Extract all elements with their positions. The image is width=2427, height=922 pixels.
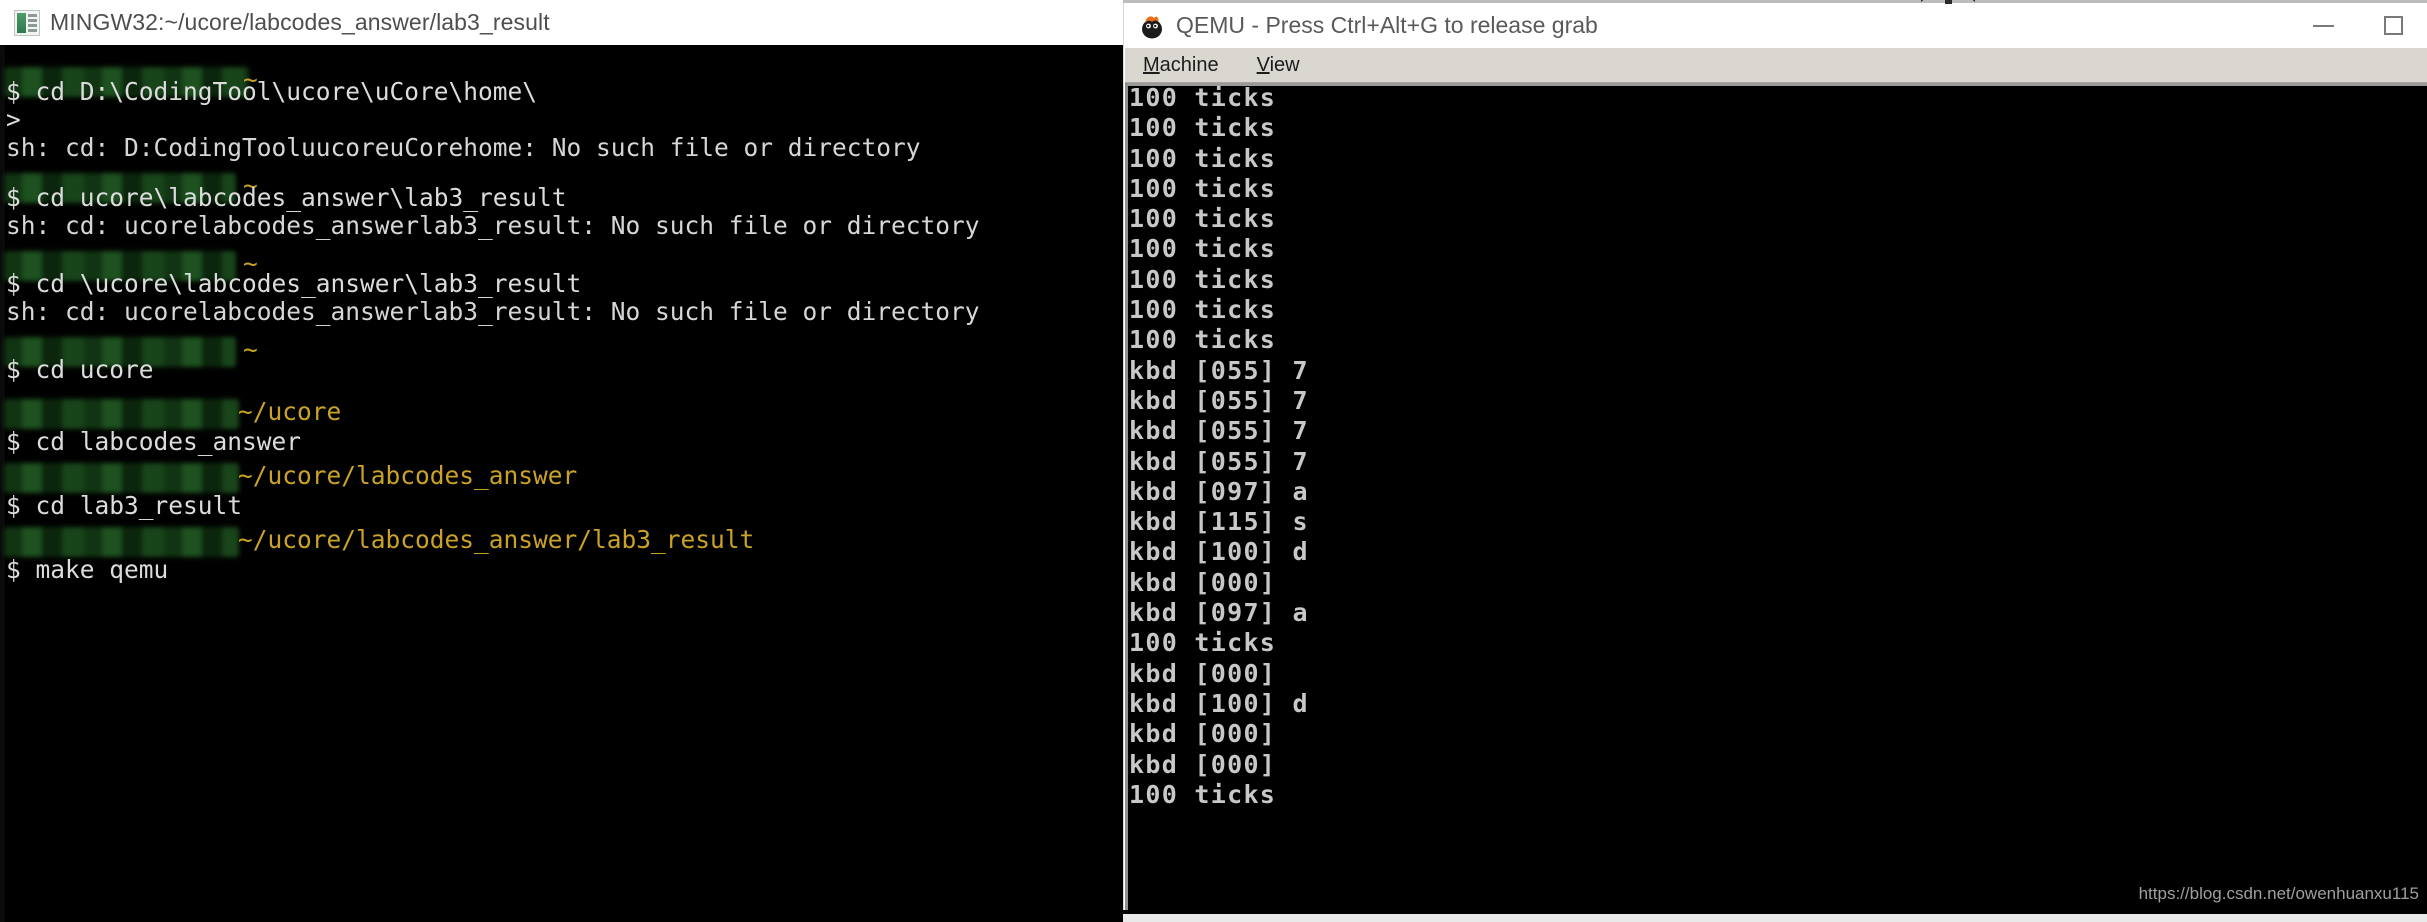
terminal-icon bbox=[14, 9, 40, 36]
qemu-console-line: 100 ticks bbox=[1129, 325, 1277, 355]
terminal-prompt-path: ~/ucore bbox=[238, 397, 342, 426]
terminal-prompt-row: ~/ucore bbox=[0, 397, 700, 431]
terminal-command-line: > bbox=[6, 105, 21, 134]
terminal-command-line: $ cd ucore bbox=[6, 355, 154, 384]
qemu-menubar: Machine View bbox=[1125, 48, 2427, 83]
menu-item-machine-rest: achine bbox=[1159, 53, 1219, 76]
qemu-console-line: kbd [115] s bbox=[1129, 507, 1309, 537]
qemu-screen-top-border bbox=[1125, 83, 2427, 86]
terminal-command-line: $ cd ucore\labcodes_answer\lab3_result bbox=[6, 183, 567, 212]
terminal-prompt-path: ~/ucore/labcodes_answer/lab3_result bbox=[238, 525, 755, 554]
qemu-console-line: kbd [055] 7 bbox=[1129, 446, 1309, 476]
mingw32-terminal-window: MINGW32:~/ucore/labcodes_answer/lab3_res… bbox=[0, 0, 1123, 922]
terminal-command-line: $ make qemu bbox=[6, 555, 169, 584]
terminal-prompt-row: ~/ucore/labcodes_answer bbox=[0, 461, 700, 495]
cursor-stem bbox=[1945, 0, 1952, 4]
maximize-icon bbox=[2383, 16, 2403, 35]
qemu-window: QEMU - Press Ctrl+Alt+G to release grab … bbox=[1123, 3, 2427, 922]
qemu-console-line: 100 ticks bbox=[1129, 143, 1277, 173]
qemu-console-line: kbd [100] d bbox=[1129, 537, 1309, 567]
qemu-console-line: 100 ticks bbox=[1129, 113, 1277, 143]
qemu-console-line: kbd [000] bbox=[1129, 719, 1277, 749]
menu-item-machine-accel: M bbox=[1143, 53, 1160, 76]
terminal-prompt-path: ~/ucore/labcodes_answer bbox=[238, 461, 578, 490]
terminal-command-line: $ cd \ucore\labcodes_answer\lab3_result bbox=[6, 269, 582, 298]
qemu-titlebar[interactable]: QEMU - Press Ctrl+Alt+G to release grab bbox=[1124, 3, 2427, 48]
terminal-command-line: $ cd lab3_result bbox=[6, 491, 243, 520]
qemu-console-line: kbd [097] a bbox=[1129, 598, 1309, 628]
redacted-user-host bbox=[4, 463, 239, 493]
qemu-console-line: kbd [097] a bbox=[1129, 476, 1309, 506]
maximize-button[interactable] bbox=[2358, 3, 2427, 48]
terminal-error-line: sh: cd: ucorelabcodes_answerlab3_result:… bbox=[6, 297, 980, 326]
qemu-screen-left-border bbox=[1125, 83, 1128, 921]
menu-item-view-accel: V bbox=[1256, 53, 1270, 76]
qemu-console-line: kbd [000] bbox=[1129, 567, 1277, 597]
terminal-title: MINGW32:~/ucore/labcodes_answer/lab3_res… bbox=[50, 9, 550, 35]
cursor-wing-left bbox=[1921, 0, 1933, 2]
qemu-console-line: 100 ticks bbox=[1129, 83, 1277, 112]
qemu-logo-icon bbox=[1138, 12, 1166, 40]
terminal-prompt-path: ~ bbox=[243, 335, 258, 364]
qemu-console-line: 100 ticks bbox=[1129, 295, 1277, 325]
watermark-url: https://blog.csdn.net/owenhuanxu115 bbox=[2138, 884, 2419, 903]
qemu-console-line: kbd [055] 7 bbox=[1129, 416, 1309, 446]
terminal-error-line: sh: cd: ucorelabcodes_answerlab3_result:… bbox=[6, 211, 980, 240]
cursor-overlay-icon bbox=[1919, 0, 1977, 14]
terminal-error-line: sh: cd: D:CodingTooluucoreuCorehome: No … bbox=[6, 133, 921, 162]
qemu-console-line: 100 ticks bbox=[1129, 628, 1277, 658]
qemu-console-line: 100 ticks bbox=[1129, 173, 1277, 203]
qemu-vga-screen[interactable]: 100 ticks 100 ticks 100 ticks 100 ticks 100 … bbox=[1125, 83, 2427, 921]
menu-item-view[interactable]: View bbox=[1251, 52, 1306, 79]
qemu-title: QEMU - Press Ctrl+Alt+G to release grab bbox=[1176, 12, 1598, 38]
menu-item-view-rest: iew bbox=[1269, 53, 1300, 76]
qemu-window-controls bbox=[2288, 3, 2427, 48]
terminal-command-line: $ cd labcodes_answer bbox=[6, 427, 302, 456]
qemu-console-line: kbd [055] 7 bbox=[1129, 355, 1309, 385]
minimize-icon bbox=[2312, 24, 2334, 27]
terminal-output-area[interactable]: ~ $ cd D:\CodingTool\ucore\uCore\home\ > sh… bbox=[0, 45, 1123, 922]
redacted-user-host bbox=[4, 399, 239, 429]
menu-item-machine[interactable]: Machine bbox=[1137, 52, 1225, 79]
minimize-button[interactable] bbox=[2288, 3, 2358, 48]
qemu-console-line: kbd [000] bbox=[1129, 749, 1277, 779]
redacted-user-host bbox=[4, 527, 239, 557]
qemu-console-line: 100 ticks bbox=[1129, 779, 1277, 809]
terminal-titlebar[interactable]: MINGW32:~/ucore/labcodes_answer/lab3_res… bbox=[0, 0, 1123, 45]
qemu-console-line: kbd [000] bbox=[1129, 658, 1277, 688]
terminal-prompt-row: ~/ucore/labcodes_answer/lab3_result bbox=[0, 525, 754, 559]
qemu-console-line: kbd [055] 7 bbox=[1129, 385, 1309, 415]
qemu-console-line: 100 ticks bbox=[1129, 204, 1277, 234]
terminal-command-line: $ cd D:\CodingTool\ucore\uCore\home\ bbox=[6, 77, 538, 106]
qemu-console-line: kbd [100] d bbox=[1129, 688, 1309, 718]
qemu-console-line-list: 100 ticks 100 ticks 100 ticks 100 ticks 100 … bbox=[1129, 83, 1309, 810]
cursor-wing-right bbox=[1963, 0, 1975, 2]
qemu-bottom-strip bbox=[1123, 914, 2427, 922]
qemu-console-line: 100 ticks bbox=[1129, 234, 1277, 264]
qemu-console-line: 100 ticks bbox=[1129, 264, 1277, 294]
